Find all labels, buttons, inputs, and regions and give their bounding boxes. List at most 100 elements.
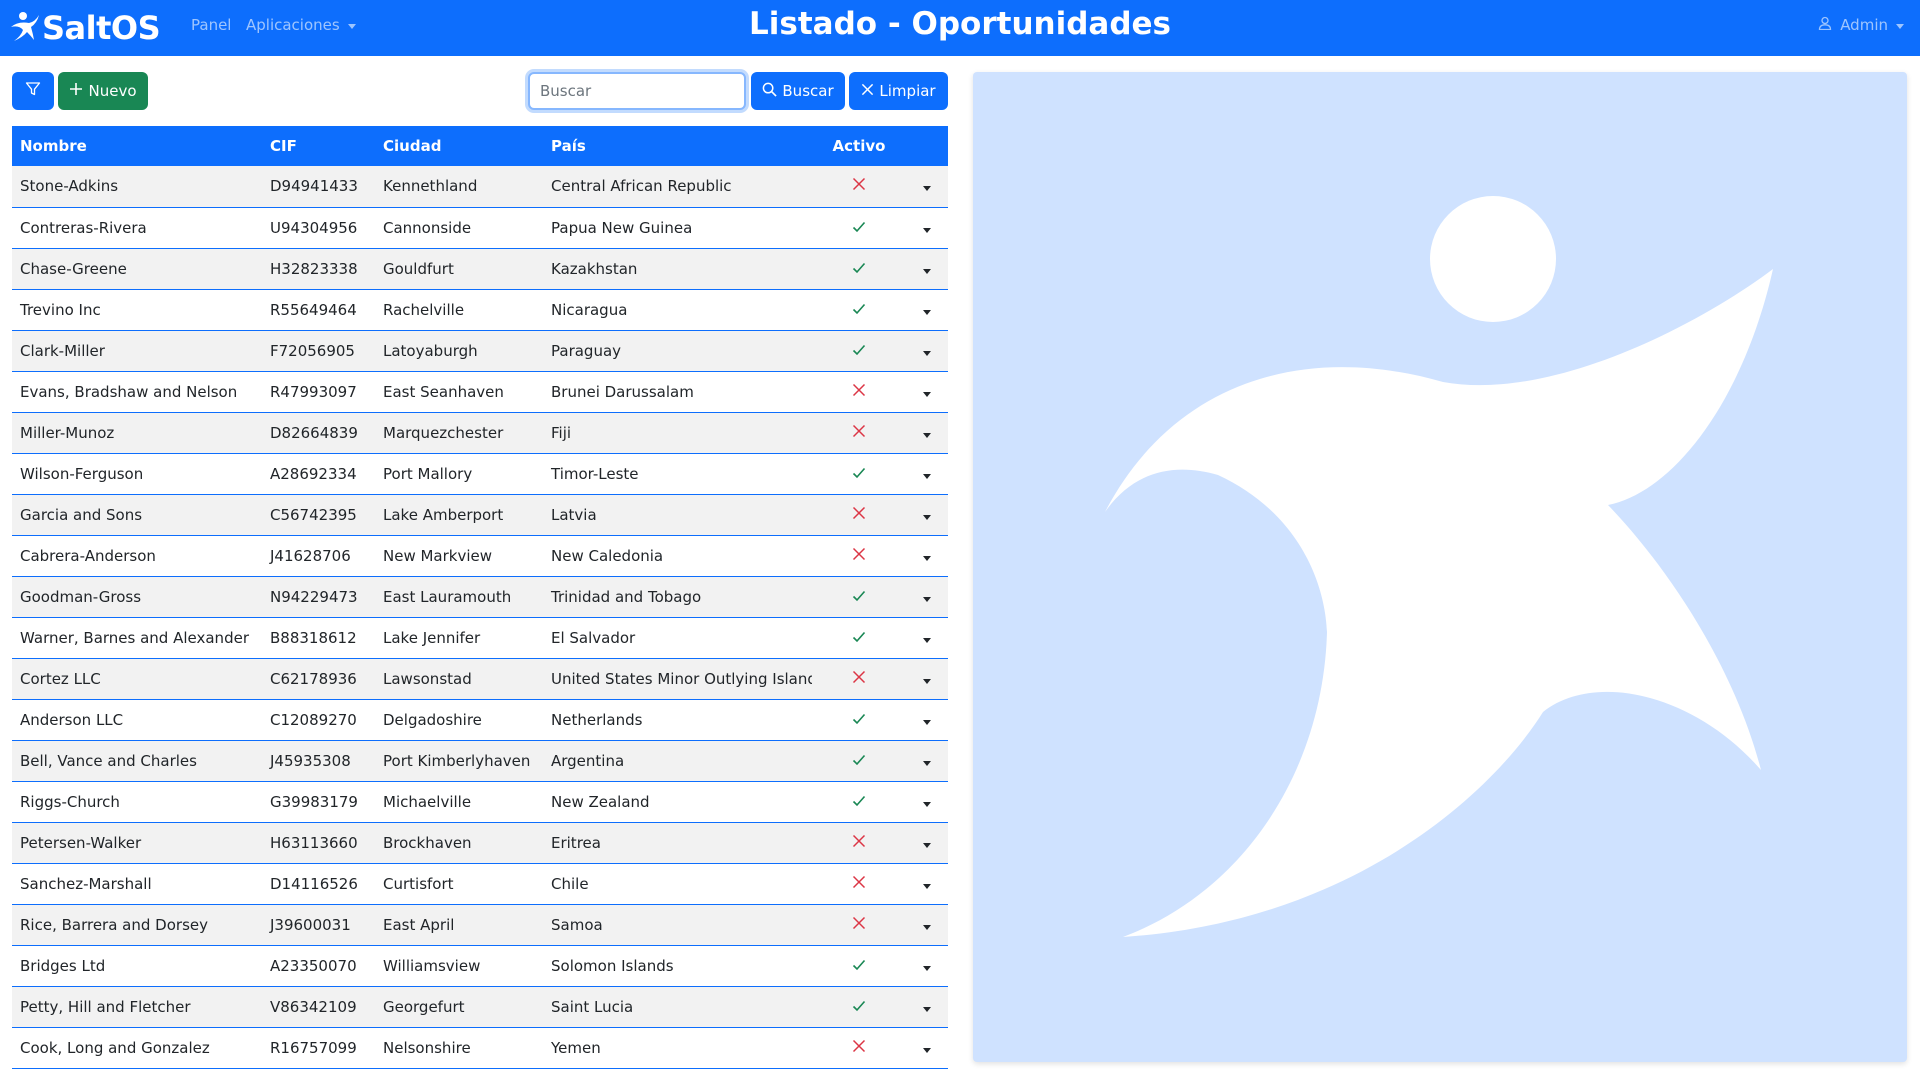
table-row[interactable]: Stone-Adkins D94941433 Kennethland Central … [12, 166, 948, 207]
table-row[interactable]: Cook, Long and Gonzalez R16757099 Nelsonsh… [12, 1027, 948, 1068]
table-row[interactable]: Warner, Barnes and Alexander B88318612 Lak… [12, 617, 948, 658]
cell-cif: C12089270 [270, 710, 357, 729]
row-actions-dropdown[interactable] [906, 494, 948, 535]
cell-cif: C62178936 [270, 669, 357, 688]
check-icon [852, 342, 866, 360]
row-actions-dropdown[interactable] [906, 535, 948, 576]
row-actions-dropdown[interactable] [906, 166, 948, 207]
cell-city: Georgefurt [383, 997, 465, 1016]
nav-link-panel[interactable]: Panel [191, 16, 231, 34]
table-row[interactable]: Chase-Greene H32823338 Gouldfurt Kazakhstan [12, 248, 948, 289]
table-row[interactable]: Anderson LLC C12089270 Delgadoshire Netherl… [12, 699, 948, 740]
search-button[interactable]: Buscar [751, 72, 845, 110]
cell-country: Samoa [551, 915, 603, 934]
row-actions-dropdown[interactable] [906, 904, 948, 945]
clear-button[interactable]: Limpiar [849, 72, 948, 110]
cell-country: Netherlands [551, 710, 643, 729]
cell-active [812, 207, 906, 248]
cell-cif: D94941433 [270, 177, 358, 196]
cell-city: Brockhaven [383, 833, 472, 852]
cell-city: Latoyaburgh [383, 341, 478, 360]
cell-cif: U94304956 [270, 218, 358, 237]
new-button[interactable]: Nuevo [58, 72, 148, 110]
cell-name: Petty, Hill and Fletcher [20, 997, 191, 1016]
search-button-label: Buscar [782, 82, 834, 100]
row-actions-dropdown[interactable] [906, 412, 948, 453]
row-actions-dropdown[interactable] [906, 945, 948, 986]
cell-country: Paraguay [551, 341, 622, 360]
cell-active [812, 658, 906, 699]
row-actions-dropdown[interactable] [906, 576, 948, 617]
caret-down-icon [923, 924, 931, 930]
table-row[interactable]: Cabrera-Anderson J41628706 New Markview New… [12, 535, 948, 576]
cell-cif: D14116526 [270, 874, 358, 893]
row-actions-dropdown[interactable] [906, 289, 948, 330]
column-header-name[interactable]: Nombre [12, 126, 262, 166]
cell-cif: D82664839 [270, 423, 358, 442]
row-actions-dropdown[interactable] [906, 1027, 948, 1068]
table-row[interactable]: Goodman-Gross N94229473 East Lauramouth Tri… [12, 576, 948, 617]
brand-link[interactable]: SaltOS [10, 8, 161, 48]
row-actions-dropdown[interactable] [906, 986, 948, 1027]
table-row[interactable]: Sanchez-Marshall D14116526 Curtisfort Chile [12, 863, 948, 904]
check-icon [852, 588, 866, 606]
cell-active [812, 371, 906, 412]
row-actions-dropdown[interactable] [906, 330, 948, 371]
cell-name: Anderson LLC [20, 710, 124, 729]
cell-name: Sanchez-Marshall [20, 874, 152, 893]
filter-button[interactable] [12, 72, 54, 110]
cell-name: Wilson-Ferguson [20, 464, 144, 483]
cell-country: Latvia [551, 505, 597, 524]
row-actions-dropdown[interactable] [906, 658, 948, 699]
cell-city: Port Kimberlyhaven [383, 751, 531, 770]
table-row[interactable]: Cortez LLC C62178936 Lawsonstad United Stat… [12, 658, 948, 699]
table-row[interactable]: Bridges Ltd A23350070 Williamsview Solomon … [12, 945, 948, 986]
row-actions-dropdown[interactable] [906, 371, 948, 412]
cell-cif: G39983179 [270, 792, 358, 811]
check-icon [852, 629, 866, 647]
cell-name: Garcia and Sons [20, 505, 143, 524]
user-icon [1818, 16, 1840, 34]
cell-city: East April [383, 915, 455, 934]
row-actions-dropdown[interactable] [906, 822, 948, 863]
cell-name: Trevino Inc [20, 300, 101, 319]
cell-name: Miller-Munoz [20, 423, 115, 442]
nav-dropdown-apps[interactable]: Aplicaciones [246, 16, 356, 34]
table-row[interactable]: Wilson-Ferguson A28692334 Port Mallory Timo… [12, 453, 948, 494]
table-row[interactable]: Garcia and Sons C56742395 Lake Amberport La… [12, 494, 948, 535]
results-table-container: Nombre CIF Ciudad País Activo Stone-Adki… [12, 126, 948, 1080]
table-row[interactable]: Petty, Hill and Fletcher V86342109 Georgef… [12, 986, 948, 1027]
column-header-active[interactable]: Activo [812, 126, 906, 166]
table-row[interactable]: Rice, Barrera and Dorsey J39600031 East Ap… [12, 904, 948, 945]
table-row[interactable]: Clark-Miller F72056905 Latoyaburgh Paraguay [12, 330, 948, 371]
clear-button-label: Limpiar [879, 82, 936, 100]
row-actions-dropdown[interactable] [906, 699, 948, 740]
search-input[interactable] [528, 72, 746, 110]
row-actions-dropdown[interactable] [906, 863, 948, 904]
cell-active [812, 1027, 906, 1068]
row-actions-dropdown[interactable] [906, 248, 948, 289]
row-actions-dropdown[interactable] [906, 781, 948, 822]
table-row[interactable]: Trevino Inc R55649464 Rachelville Nicaragua [12, 289, 948, 330]
row-actions-dropdown[interactable] [906, 207, 948, 248]
cell-country: Papua New Guinea [551, 218, 693, 237]
table-row[interactable]: Contreras-Rivera U94304956 Cannonside Papua… [12, 207, 948, 248]
user-menu[interactable]: Admin [1818, 16, 1904, 34]
new-button-label: Nuevo [88, 82, 137, 100]
caret-down-icon [923, 186, 931, 192]
table-row[interactable]: Petersen-Walker H63113660 Brockhaven Eritre… [12, 822, 948, 863]
brand-name: SaltOS [42, 9, 161, 47]
table-row[interactable]: Bell, Vance and Charles J45935308 Port Kim… [12, 740, 948, 781]
caret-down-icon [923, 432, 931, 438]
column-header-country[interactable]: País [543, 126, 812, 166]
caret-down-icon [923, 965, 931, 971]
row-actions-dropdown[interactable] [906, 740, 948, 781]
table-row[interactable]: Miller-Munoz D82664839 Marquezchester Fiji [12, 412, 948, 453]
column-header-city[interactable]: Ciudad [375, 126, 543, 166]
column-header-cif[interactable]: CIF [262, 126, 375, 166]
table-row[interactable]: Evans, Bradshaw and Nelson R47993097 East … [12, 371, 948, 412]
check-icon [852, 957, 866, 975]
table-row[interactable]: Riggs-Church G39983179 Michaelville New Zea… [12, 781, 948, 822]
row-actions-dropdown[interactable] [906, 453, 948, 494]
row-actions-dropdown[interactable] [906, 617, 948, 658]
